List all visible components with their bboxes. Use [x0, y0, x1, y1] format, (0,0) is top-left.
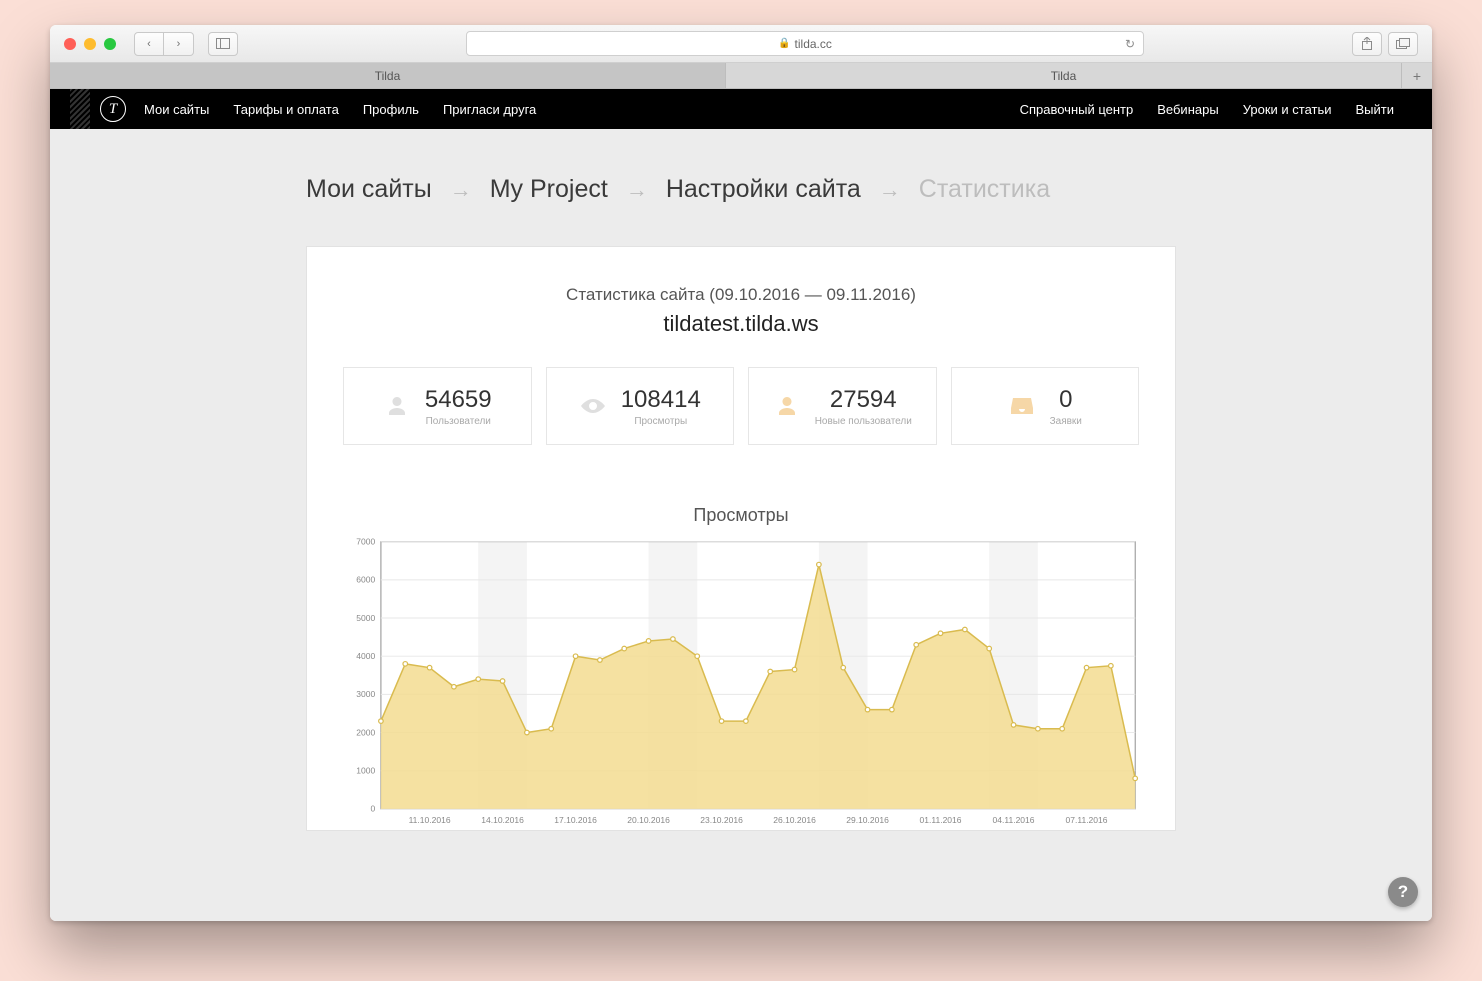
url-host: tilda.cc: [795, 37, 832, 51]
svg-text:23.10.2016: 23.10.2016: [700, 815, 743, 825]
app-navbar: T Мои сайты Тарифы и оплата Профиль Приглас…: [50, 89, 1432, 129]
brand-pattern: [70, 89, 90, 129]
panel-title: Статистика сайта (09.10.2016 — 09.11.201…: [343, 285, 1139, 305]
browser-tab-1[interactable]: Tilda: [726, 63, 1402, 88]
help-button[interactable]: ?: [1388, 877, 1418, 907]
forward-button[interactable]: ›: [164, 32, 194, 56]
reload-icon[interactable]: ↻: [1125, 37, 1135, 51]
address-bar[interactable]: 🔒 tilda.cc ↻: [466, 31, 1144, 56]
toolbar-right: [1352, 32, 1418, 56]
nav-item[interactable]: Тарифы и оплата: [233, 102, 338, 117]
svg-text:07.11.2016: 07.11.2016: [1066, 815, 1108, 825]
svg-text:4000: 4000: [356, 651, 375, 661]
svg-text:01.11.2016: 01.11.2016: [920, 815, 962, 825]
chart-title: Просмотры: [343, 505, 1139, 526]
stat-label: Новые пользователи: [815, 416, 912, 427]
breadcrumb-item[interactable]: My Project: [490, 175, 608, 204]
breadcrumb: Мои сайты → My Project → Настройки сайта → Ста…: [306, 175, 1176, 204]
svg-text:6000: 6000: [356, 575, 375, 585]
back-button[interactable]: ‹: [134, 32, 164, 56]
user-icon: [383, 392, 411, 420]
tab-bar: Tilda Tilda +: [50, 63, 1432, 89]
svg-text:14.10.2016: 14.10.2016: [481, 815, 524, 825]
breadcrumb-item: Статистика: [919, 175, 1050, 204]
maximize-icon[interactable]: [104, 38, 116, 50]
page-content: Мои сайты → My Project → Настройки сайта → Ста…: [50, 129, 1432, 921]
stat-card: 54659 Пользователи: [343, 367, 532, 445]
nav-item[interactable]: Выйти: [1356, 102, 1395, 117]
browser-tab-0[interactable]: Tilda: [50, 63, 726, 88]
nav-item[interactable]: Уроки и статьи: [1243, 102, 1332, 117]
minimize-icon[interactable]: [84, 38, 96, 50]
svg-text:3000: 3000: [356, 689, 375, 699]
panel-domain: tildatest.tilda.ws: [343, 311, 1139, 337]
svg-text:11.10.2016: 11.10.2016: [409, 815, 451, 825]
nav-item[interactable]: Справочный центр: [1020, 102, 1134, 117]
nav-right: Справочный центр Вебинары Уроки и статьи Вы…: [1020, 102, 1394, 117]
svg-text:29.10.2016: 29.10.2016: [846, 815, 889, 825]
svg-text:26.10.2016: 26.10.2016: [773, 815, 816, 825]
inbox-icon: [1008, 392, 1036, 420]
tabs-button[interactable]: [1388, 32, 1418, 56]
chart-wrap: Просмотры 0 1000 2000 3000 4000 5000 6000 7000 1…: [343, 505, 1139, 830]
svg-text:20.10.2016: 20.10.2016: [627, 815, 670, 825]
nav-item[interactable]: Вебинары: [1157, 102, 1218, 117]
share-button[interactable]: [1352, 32, 1382, 56]
svg-text:17.10.2016: 17.10.2016: [554, 815, 597, 825]
nav-item[interactable]: Пригласи друга: [443, 102, 536, 117]
stat-value: 27594: [815, 386, 912, 414]
chart: 0 1000 2000 3000 4000 5000 6000 7000 11.10.2016 1…: [343, 536, 1139, 830]
nav-item[interactable]: Мои сайты: [144, 102, 209, 117]
arrow-right-icon: →: [450, 177, 472, 203]
nav-left: Мои сайты Тарифы и оплата Профиль Пригласи …: [144, 102, 536, 117]
stat-label: Заявки: [1050, 416, 1082, 427]
stat-value: 54659: [425, 386, 492, 414]
lock-icon: 🔒: [778, 38, 790, 49]
logo-wrap: T: [70, 89, 126, 129]
svg-text:1000: 1000: [356, 766, 375, 776]
chart-svg: 0 1000 2000 3000 4000 5000 6000 7000 11.10.2016 1…: [343, 536, 1139, 830]
stat-value: 108414: [621, 386, 701, 414]
arrow-right-icon: →: [879, 177, 901, 203]
stat-card: 27594 Новые пользователи: [748, 367, 937, 445]
user-icon: [773, 392, 801, 420]
stat-card: 0 Заявки: [951, 367, 1140, 445]
close-icon[interactable]: [64, 38, 76, 50]
nav-item[interactable]: Профиль: [363, 102, 419, 117]
svg-text:5000: 5000: [356, 613, 375, 623]
stat-label: Просмотры: [621, 416, 701, 427]
stat-card: 108414 Просмотры: [546, 367, 735, 445]
breadcrumb-item[interactable]: Мои сайты: [306, 175, 432, 204]
svg-text:04.11.2016: 04.11.2016: [993, 815, 1035, 825]
sidebar-toggle-button[interactable]: [208, 32, 238, 56]
arrow-right-icon: →: [626, 177, 648, 203]
svg-text:7000: 7000: [356, 537, 375, 547]
nav-back-forward: ‹ ›: [134, 32, 194, 56]
stat-label: Пользователи: [425, 416, 492, 427]
breadcrumb-item[interactable]: Настройки сайта: [666, 175, 861, 204]
titlebar: ‹ › 🔒 tilda.cc ↻: [50, 25, 1432, 63]
stats-panel: Статистика сайта (09.10.2016 — 09.11.201…: [306, 246, 1176, 831]
svg-text:2000: 2000: [356, 727, 375, 737]
browser-window: ‹ › 🔒 tilda.cc ↻ Tilda Tilda + T: [50, 25, 1432, 921]
stat-value: 0: [1050, 386, 1082, 414]
new-tab-button[interactable]: +: [1402, 63, 1432, 88]
eye-icon: [579, 392, 607, 420]
stat-row: 54659 Пользователи 108414 Просмотры 27594 Нов…: [343, 367, 1139, 445]
tilda-logo-icon[interactable]: T: [100, 96, 126, 122]
svg-text:0: 0: [370, 804, 375, 814]
window-controls: [64, 38, 116, 50]
